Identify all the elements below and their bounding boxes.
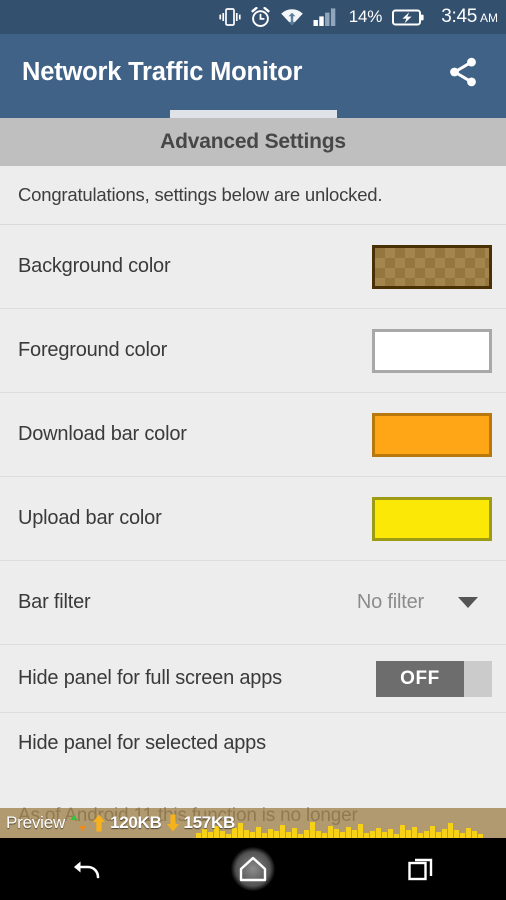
recents-icon <box>407 858 432 881</box>
color-swatch-download-bar[interactable] <box>372 412 492 457</box>
traffic-bar <box>274 831 279 838</box>
alarm-icon <box>251 6 270 27</box>
preview-overlay-bar: Preview 120KB 157KB <box>0 808 506 838</box>
traffic-bar <box>454 830 459 838</box>
clock-hhmm: 3:45 <box>441 6 477 27</box>
system-navigation-bar <box>0 838 506 900</box>
up-down-arrow-icon <box>70 814 87 832</box>
color-swatch-background[interactable] <box>372 244 492 289</box>
setting-label: Bar filter <box>18 591 91 613</box>
traffic-bar <box>292 828 297 838</box>
setting-label: Hide panel for full screen apps <box>18 667 282 689</box>
arrow-down-icon <box>166 814 179 832</box>
traffic-bar <box>304 830 309 838</box>
app-title: Network Traffic Monitor <box>22 57 303 86</box>
nav-back-button[interactable] <box>49 838 119 900</box>
color-swatch-foreground[interactable] <box>372 328 492 373</box>
app-bar: Network Traffic Monitor <box>0 34 506 110</box>
traffic-bar <box>406 830 411 838</box>
traffic-bar <box>466 828 471 838</box>
unlock-notice: Congratulations, settings below are unlo… <box>0 166 506 225</box>
nav-home-button[interactable] <box>218 838 288 900</box>
traffic-mini-graph <box>196 808 506 838</box>
traffic-bar <box>412 827 417 838</box>
traffic-bar <box>334 829 339 838</box>
back-icon <box>74 861 100 879</box>
switch-track <box>464 660 492 697</box>
bar-filter-value: No filter <box>356 591 424 613</box>
traffic-bar <box>448 823 453 838</box>
traffic-bar <box>238 823 243 838</box>
preview-stats: Preview 120KB 157KB <box>0 813 235 833</box>
share-icon <box>450 57 476 87</box>
traffic-bar <box>370 831 375 838</box>
chevron-down-icon[interactable] <box>458 597 478 608</box>
clock-ampm: AM <box>480 11 498 25</box>
status-icons: 14% 3:45 AM <box>219 6 498 28</box>
traffic-bar <box>268 829 273 838</box>
traffic-bar <box>256 827 261 838</box>
wifi-icon <box>280 9 303 26</box>
preview-label: Preview <box>6 813 66 832</box>
setting-label: Download bar color <box>18 423 187 445</box>
hide-panel-fullscreen-switch[interactable]: OFF <box>376 660 492 697</box>
status-bar: 14% 3:45 AM <box>0 0 506 34</box>
setting-label: Background color <box>18 255 171 277</box>
traffic-bar <box>388 829 393 838</box>
setting-row-background-color[interactable]: Background color <box>0 225 506 309</box>
home-icon <box>239 856 267 882</box>
switch-thumb: OFF <box>376 660 464 697</box>
section-title: Advanced Settings <box>160 130 346 153</box>
setting-label: Hide panel for selected apps <box>18 731 266 754</box>
traffic-bar <box>244 830 249 838</box>
color-swatch-upload-bar[interactable] <box>372 496 492 541</box>
traffic-bar <box>310 822 315 838</box>
vibrate-icon <box>219 8 241 26</box>
setting-row-hide-panel-selected[interactable]: Hide panel for selected apps <box>0 713 506 773</box>
share-button[interactable] <box>440 49 486 95</box>
traffic-bar <box>442 829 447 838</box>
tab-strip[interactable] <box>0 110 506 118</box>
preview-upload-value: 120KB <box>110 813 162 832</box>
signal-icon <box>313 8 336 26</box>
setting-row-bar-filter[interactable]: Bar filter No filter <box>0 561 506 645</box>
traffic-bar <box>430 826 435 838</box>
clock-time: 3:45 AM <box>441 6 498 28</box>
setting-row-download-bar-color[interactable]: Download bar color <box>0 393 506 477</box>
nav-recents-button[interactable] <box>387 838 457 900</box>
phone-screen: 14% 3:45 AM Network Traffic Monitor Advan… <box>0 0 506 900</box>
arrow-up-icon <box>93 814 106 832</box>
traffic-bar <box>400 825 405 838</box>
traffic-bar <box>328 826 333 838</box>
setting-row-hide-panel-fullscreen[interactable]: Hide panel for full screen apps OFF <box>0 645 506 713</box>
traffic-bar <box>280 825 285 838</box>
settings-list: Background color Foreground color Downlo… <box>0 225 506 773</box>
traffic-bar <box>316 831 321 838</box>
traffic-bar <box>358 824 363 838</box>
section-header: Advanced Settings <box>0 118 506 166</box>
preview-download-value: 157KB <box>183 813 236 832</box>
setting-label: Upload bar color <box>18 507 162 529</box>
traffic-bar <box>472 831 477 838</box>
battery-percent: 14% <box>348 7 383 26</box>
setting-label: Foreground color <box>18 339 168 361</box>
tab-indicator-advanced-settings <box>170 110 337 118</box>
traffic-bar <box>424 831 429 838</box>
unlock-notice-text: Congratulations, settings below are unlo… <box>18 184 383 205</box>
battery-charging-icon <box>392 9 424 25</box>
traffic-bar <box>376 828 381 838</box>
setting-row-foreground-color[interactable]: Foreground color <box>0 309 506 393</box>
traffic-bar <box>346 827 351 838</box>
traffic-bar <box>352 830 357 838</box>
setting-row-upload-bar-color[interactable]: Upload bar color <box>0 477 506 561</box>
switch-state-label: OFF <box>400 667 440 689</box>
